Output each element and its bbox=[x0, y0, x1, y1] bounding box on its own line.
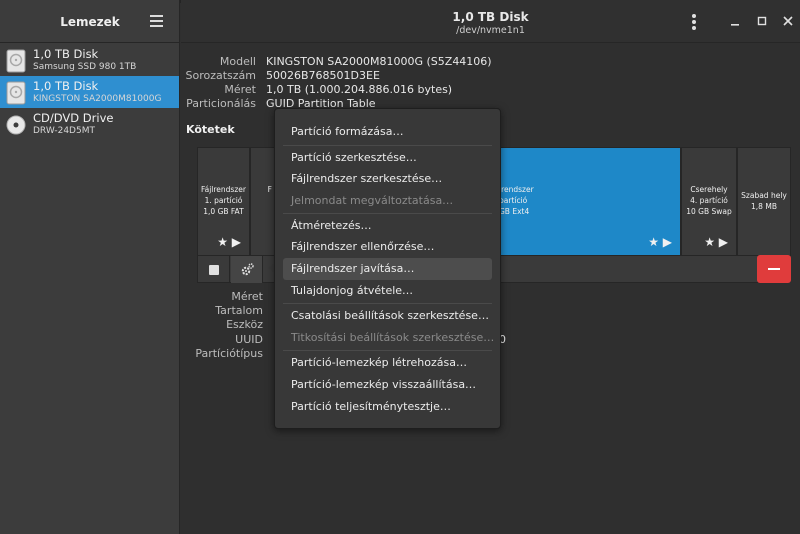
hard-disk-icon bbox=[6, 81, 26, 105]
menu-edit-mount-options[interactable]: Csatolási beállítások szerkesztése… bbox=[291, 309, 489, 322]
menu-separator bbox=[283, 145, 492, 146]
kebab-menu-icon[interactable] bbox=[691, 14, 697, 30]
disk-item-samsung[interactable]: 1,0 TB Disk Samsung SSD 980 1TB bbox=[0, 44, 179, 76]
sidebar: Lemezek 1,0 TB Disk Samsung SSD 980 1TB … bbox=[0, 0, 180, 534]
partition-number: 1. partíció bbox=[204, 196, 243, 205]
gears-icon bbox=[241, 263, 254, 276]
partition-fs: Fájlrendszer bbox=[201, 185, 246, 194]
disk-model: KINGSTON SA2000M81000G bbox=[33, 94, 162, 104]
partition-size: 10 GB Swap bbox=[686, 207, 732, 216]
partition-swap[interactable]: Cserehely 4. partíció 10 GB Swap ★ ▶ bbox=[681, 147, 737, 256]
serial-label: Sorozatszám bbox=[185, 69, 256, 82]
menu-format-partition[interactable]: Partíció formázása… bbox=[291, 125, 403, 138]
menu-take-ownership[interactable]: Tulajdonjog átvétele… bbox=[291, 284, 413, 297]
partition-size: 1,0 GB FAT bbox=[203, 207, 244, 216]
partition-2[interactable]: F bbox=[250, 147, 275, 256]
menu-separator bbox=[283, 303, 492, 304]
partition-1[interactable]: Fájlrendszer 1. partíció 1,0 GB FAT ★ ▶ bbox=[197, 147, 250, 256]
star-play-icon: ★ ▶ bbox=[704, 235, 728, 249]
menu-benchmark-partition[interactable]: Partíció teljesítménytesztje… bbox=[291, 400, 451, 413]
partition-size: GB Ext4 bbox=[499, 207, 530, 216]
menu-edit-partition[interactable]: Partíció szerkesztése… bbox=[291, 151, 417, 164]
free-space-size: 1,8 MB bbox=[751, 202, 777, 211]
minimize-icon[interactable] bbox=[728, 14, 742, 28]
detail-parttype-label: Partíciótípus bbox=[195, 347, 263, 360]
disk-name: 1,0 TB Disk bbox=[33, 79, 99, 93]
disk-name: CD/DVD Drive bbox=[33, 111, 114, 125]
menu-resize[interactable]: Átméretezés… bbox=[291, 219, 372, 232]
menu-separator bbox=[283, 350, 492, 351]
delete-partition-button[interactable] bbox=[757, 255, 791, 283]
menu-repair-filesystem[interactable]: Fájlrendszer javítása… bbox=[291, 262, 414, 275]
optical-disc-icon bbox=[6, 115, 26, 135]
detail-device-label: Eszköz bbox=[226, 318, 263, 331]
serial-value: 50026B768501D3EE bbox=[266, 69, 380, 82]
detail-uuid-label: UUID bbox=[235, 333, 263, 346]
sidebar-header: Lemezek bbox=[0, 0, 179, 43]
settings-button[interactable] bbox=[231, 256, 263, 283]
partition-fs: lrendszer bbox=[499, 185, 534, 194]
header-bar: 1,0 TB Disk /dev/nvme1n1 bbox=[181, 0, 800, 43]
free-space[interactable]: Szabad hely 1,8 MB bbox=[737, 147, 791, 256]
partition-3[interactable]: lrendszer partíció GB Ext4 ★ ▶ bbox=[498, 147, 681, 256]
size-label: Méret bbox=[224, 83, 256, 96]
size-value: 1,0 TB (1.000.204.886.016 bytes) bbox=[266, 83, 453, 96]
menu-change-passphrase: Jelmondat megváltoztatása… bbox=[291, 194, 454, 207]
menu-separator bbox=[283, 213, 492, 214]
volumes-title: Kötetek bbox=[186, 123, 235, 136]
disk-model: Samsung SSD 980 1TB bbox=[33, 62, 137, 72]
hard-disk-icon bbox=[6, 49, 26, 73]
menu-check-filesystem[interactable]: Fájlrendszer ellenőrzése… bbox=[291, 240, 434, 253]
maximize-icon[interactable] bbox=[755, 14, 769, 28]
window-subtitle: /dev/nvme1n1 bbox=[456, 25, 525, 36]
stop-icon bbox=[209, 265, 219, 275]
partition-fs: Cserehely bbox=[690, 185, 728, 194]
detail-size-label: Méret bbox=[231, 290, 263, 303]
disk-item-kingston[interactable]: 1,0 TB Disk KINGSTON SA2000M81000G bbox=[0, 76, 179, 108]
close-icon[interactable] bbox=[781, 14, 795, 28]
disk-name: 1,0 TB Disk bbox=[33, 47, 99, 61]
partitioning-label: Particionálás bbox=[186, 97, 256, 110]
model-label: Modell bbox=[219, 55, 256, 68]
menu-create-image[interactable]: Partíció-lemezkép létrehozása… bbox=[291, 356, 467, 369]
detail-content-label: Tartalom bbox=[215, 304, 263, 317]
hamburger-menu-icon[interactable] bbox=[150, 15, 163, 27]
minus-icon bbox=[768, 268, 780, 270]
partition-number: partíció bbox=[499, 196, 528, 205]
menu-edit-encryption-options: Titkosítási beállítások szerkesztése… bbox=[291, 331, 495, 344]
window-title: 1,0 TB Disk bbox=[452, 10, 529, 24]
unmount-button[interactable] bbox=[198, 256, 230, 283]
model-value: KINGSTON SA2000M81000G (S5Z44106) bbox=[266, 55, 492, 68]
partition-number: 4. partíció bbox=[690, 196, 728, 205]
menu-restore-image[interactable]: Partíció-lemezkép visszaállítása… bbox=[291, 378, 476, 391]
menu-edit-filesystem[interactable]: Fájlrendszer szerkesztése… bbox=[291, 172, 442, 185]
partition-fs: F bbox=[267, 185, 272, 194]
partition-context-menu: Partíció formázása… Partíció szerkesztés… bbox=[274, 108, 501, 429]
star-play-icon: ★ ▶ bbox=[217, 235, 241, 249]
disk-model: DRW-24D5MT bbox=[33, 126, 95, 136]
free-space-label: Szabad hely bbox=[741, 191, 787, 200]
star-play-icon: ★ ▶ bbox=[648, 235, 672, 249]
disk-item-cd-dvd[interactable]: CD/DVD Drive DRW-24D5MT bbox=[0, 108, 179, 140]
